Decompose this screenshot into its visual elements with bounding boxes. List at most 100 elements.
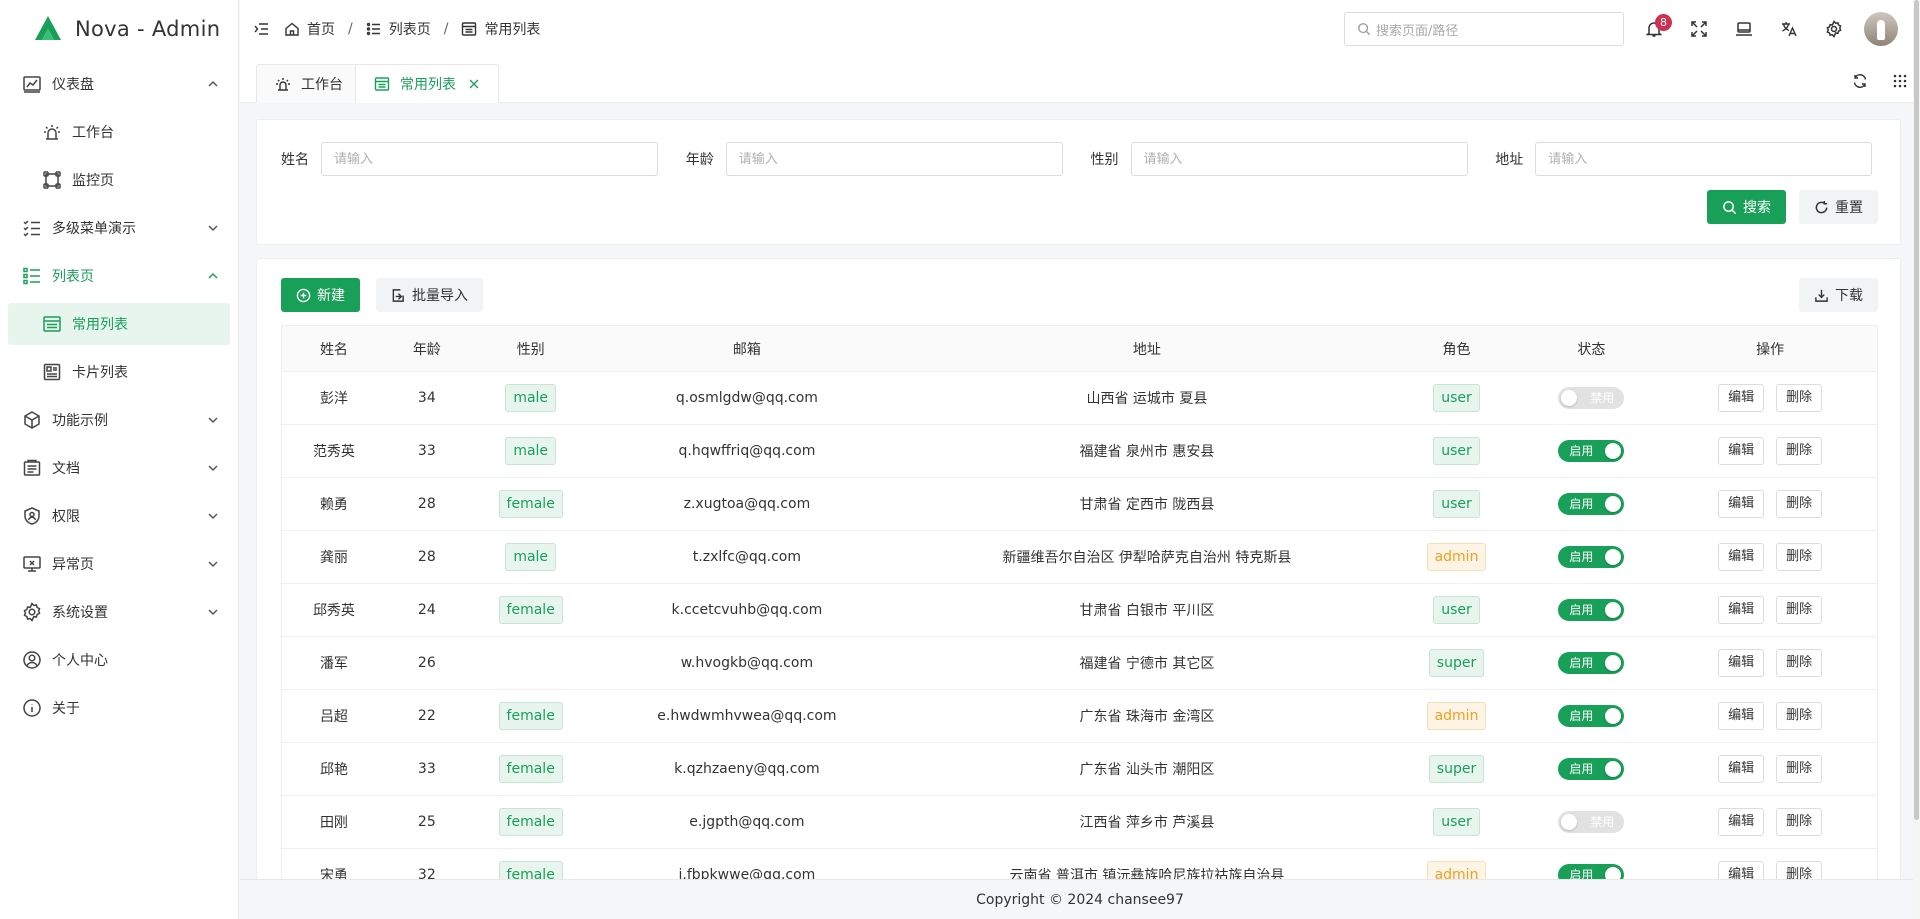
cell-age: 22 bbox=[417, 708, 436, 724]
status-toggle[interactable]: 启用 bbox=[1558, 546, 1625, 568]
delete-button[interactable]: 删除 bbox=[1776, 384, 1823, 412]
edit-button[interactable]: 编辑 bbox=[1718, 649, 1765, 677]
delete-button[interactable]: 删除 bbox=[1776, 490, 1823, 518]
role-tag: admin bbox=[1426, 702, 1487, 730]
chevron-down-icon bbox=[206, 509, 220, 523]
status-toggle-label: 启用 bbox=[1569, 603, 1594, 617]
sidebar-item-11[interactable]: 系统设置 bbox=[0, 588, 238, 636]
status-toggle[interactable]: 启用 bbox=[1558, 652, 1625, 674]
column-header-actions[interactable]: 操作 bbox=[1663, 339, 1877, 359]
app-title: Nova - Admin bbox=[75, 17, 221, 41]
toggle-knob bbox=[1605, 708, 1622, 724]
column-header-status[interactable]: 状态 bbox=[1519, 339, 1663, 359]
settings-button[interactable] bbox=[1811, 0, 1856, 58]
notification-button[interactable]: 8 bbox=[1631, 0, 1676, 58]
sidebar-item-2[interactable]: 监控页 bbox=[0, 156, 238, 204]
sidebar-item-9[interactable]: 权限 bbox=[0, 492, 238, 540]
sidebar-item-3[interactable]: 多级菜单演示 bbox=[0, 204, 238, 252]
status-toggle-label: 禁用 bbox=[1590, 815, 1615, 829]
role-tag: super bbox=[1428, 649, 1485, 677]
edit-button[interactable]: 编辑 bbox=[1718, 437, 1765, 465]
search-button[interactable]: 搜索 bbox=[1707, 190, 1786, 224]
cell-role: super bbox=[1394, 649, 1520, 677]
status-toggle[interactable]: 启用 bbox=[1558, 440, 1625, 462]
new-button[interactable]: 新建 bbox=[281, 278, 360, 312]
card-list-icon bbox=[42, 362, 62, 382]
delete-button[interactable]: 删除 bbox=[1776, 702, 1823, 730]
import-button[interactable]: 批量导入 bbox=[376, 278, 483, 312]
breadcrumb-home[interactable]: 首页 bbox=[284, 19, 335, 39]
cell-name: 龚丽 bbox=[319, 550, 348, 566]
gender-tag: female bbox=[498, 755, 563, 783]
breadcrumb-list[interactable]: 列表页 bbox=[366, 19, 431, 39]
avatar[interactable] bbox=[1864, 12, 1898, 46]
menu-collapse-icon[interactable] bbox=[254, 21, 270, 37]
table-list-icon bbox=[374, 77, 390, 91]
close-icon[interactable] bbox=[468, 78, 480, 90]
sidebar-item-12[interactable]: 个人中心 bbox=[0, 636, 238, 684]
sidebar-item-0[interactable]: 仪表盘 bbox=[0, 60, 238, 108]
sidebar-item-13[interactable]: 关于 bbox=[0, 684, 238, 732]
scrollbar-thumb[interactable] bbox=[1914, 0, 1919, 820]
delete-button[interactable]: 删除 bbox=[1776, 649, 1823, 677]
sidebar-item-4[interactable]: 列表页 bbox=[0, 252, 238, 300]
status-toggle[interactable]: 启用 bbox=[1558, 599, 1625, 621]
edit-button[interactable]: 编辑 bbox=[1718, 808, 1765, 836]
tab-workbench[interactable]: 工作台 bbox=[256, 64, 362, 103]
tab-common-list[interactable]: 常用列表 bbox=[355, 64, 499, 103]
delete-button[interactable]: 删除 bbox=[1776, 755, 1823, 783]
delete-button[interactable]: 删除 bbox=[1776, 596, 1823, 624]
sidebar-item-1[interactable]: 工作台 bbox=[0, 108, 238, 156]
edit-button[interactable]: 编辑 bbox=[1718, 596, 1765, 624]
sidebar-item-6[interactable]: 卡片列表 bbox=[0, 348, 238, 396]
edit-button[interactable]: 编辑 bbox=[1718, 702, 1765, 730]
delete-button[interactable]: 删除 bbox=[1776, 437, 1823, 465]
layout-button[interactable] bbox=[1721, 0, 1766, 58]
column-header-gender[interactable]: 性别 bbox=[468, 339, 594, 359]
breadcrumb-current[interactable]: 常用列表 bbox=[461, 19, 540, 39]
status-toggle[interactable]: 禁用 bbox=[1558, 811, 1625, 833]
column-header-age[interactable]: 年龄 bbox=[386, 339, 468, 359]
cell-status: 启用 bbox=[1519, 652, 1663, 674]
reset-button[interactable]: 重置 bbox=[1799, 190, 1878, 224]
error-page-icon bbox=[22, 554, 42, 574]
sidebar-item-10[interactable]: 异常页 bbox=[0, 540, 238, 588]
table-row: 赖勇 28 female z.xugtoa@qq.com 甘肃省 定西市 陇西县 user… bbox=[282, 478, 1877, 531]
status-toggle[interactable]: 启用 bbox=[1558, 493, 1625, 515]
sidebar-item-5[interactable]: 常用列表 bbox=[8, 303, 230, 345]
edit-button[interactable]: 编辑 bbox=[1718, 384, 1765, 412]
cell-status: 禁用 bbox=[1519, 811, 1663, 833]
address-input[interactable] bbox=[1535, 142, 1873, 176]
column-header-address[interactable]: 地址 bbox=[900, 339, 1393, 359]
status-toggle[interactable]: 启用 bbox=[1558, 758, 1625, 780]
scrollbar[interactable] bbox=[1913, 0, 1920, 919]
reload-button[interactable] bbox=[1840, 58, 1880, 103]
column-header-role[interactable]: 角色 bbox=[1394, 339, 1520, 359]
name-input[interactable] bbox=[321, 142, 658, 176]
language-button[interactable] bbox=[1766, 0, 1811, 58]
filter-form: 姓名 年龄 性别 地址 搜索 重置 bbox=[256, 119, 1901, 245]
status-toggle[interactable]: 禁用 bbox=[1558, 387, 1625, 409]
logo[interactable]: Nova - Admin bbox=[0, 0, 238, 58]
sidebar-item-8[interactable]: 文档 bbox=[0, 444, 238, 492]
cell-address: 甘肃省 定西市 陇西县 bbox=[1079, 497, 1215, 513]
chevron-up-icon bbox=[206, 269, 220, 283]
gender-tag: female bbox=[498, 490, 563, 518]
delete-button[interactable]: 删除 bbox=[1776, 543, 1823, 571]
edit-button[interactable]: 编辑 bbox=[1718, 543, 1765, 571]
gender-input[interactable] bbox=[1130, 142, 1468, 176]
edit-button[interactable]: 编辑 bbox=[1718, 490, 1765, 518]
status-toggle[interactable]: 启用 bbox=[1558, 705, 1625, 727]
search-input[interactable]: 搜索页面/路径 bbox=[1344, 12, 1624, 46]
column-header-email[interactable]: 邮箱 bbox=[594, 339, 901, 359]
delete-button[interactable]: 删除 bbox=[1776, 808, 1823, 836]
edit-button[interactable]: 编辑 bbox=[1718, 755, 1765, 783]
table-row: 龚丽 28 male t.zxlfc@qq.com 新疆维吾尔自治区 伊犁哈萨克自治州 … bbox=[282, 531, 1877, 584]
toggle-knob bbox=[1605, 655, 1622, 671]
column-header-name[interactable]: 姓名 bbox=[282, 339, 386, 359]
table-header: 姓名 年龄 性别 邮箱 地址 角色 状态 操作 bbox=[282, 326, 1877, 372]
age-input[interactable] bbox=[725, 142, 1063, 176]
sidebar-item-7[interactable]: 功能示例 bbox=[0, 396, 238, 444]
download-button[interactable]: 下载 bbox=[1799, 278, 1878, 312]
fullscreen-button[interactable] bbox=[1676, 0, 1721, 58]
